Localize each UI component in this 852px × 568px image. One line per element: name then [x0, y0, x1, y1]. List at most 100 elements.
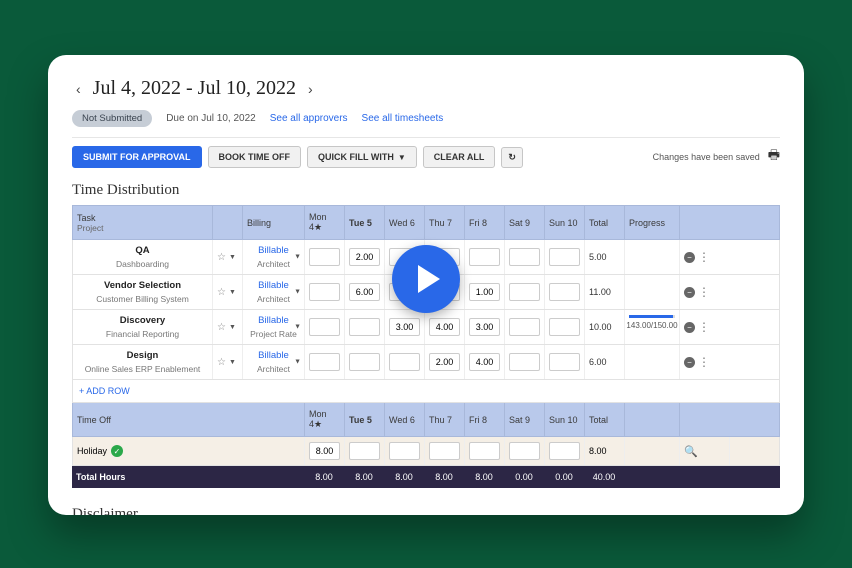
timeoff-input-sat[interactable] [509, 442, 540, 460]
play-icon [418, 265, 440, 293]
remove-row-icon[interactable]: − [684, 287, 695, 298]
col-progress: Progress [625, 206, 680, 239]
add-row-button[interactable]: + ADD ROW [72, 380, 780, 403]
billing-caret-icon[interactable]: ▼ [294, 254, 301, 261]
billing-type[interactable]: Billable [258, 280, 289, 291]
billing-type[interactable]: Billable [258, 315, 289, 326]
hours-input[interactable] [549, 353, 580, 371]
billing-caret-icon[interactable]: ▼ [294, 289, 301, 296]
hours-input[interactable] [509, 283, 540, 301]
favorite-star-icon[interactable]: ☆ [217, 287, 226, 298]
totals-row: Total Hours 8.00 8.00 8.00 8.00 8.00 0.0… [72, 466, 780, 488]
check-icon: ✓ [111, 445, 123, 457]
status-row: Not Submitted Due on Jul 10, 2022 See al… [72, 110, 780, 127]
task-menu-caret[interactable]: ▼ [229, 289, 236, 296]
hours-input[interactable] [469, 318, 500, 336]
task-menu-caret[interactable]: ▼ [229, 324, 236, 331]
prev-week-button[interactable]: ‹ [72, 79, 85, 99]
hours-input[interactable] [469, 248, 500, 266]
favorite-star-icon[interactable]: ☆ [217, 357, 226, 368]
col-total: Total [585, 206, 625, 239]
timeoff-input-tue[interactable] [349, 442, 380, 460]
hours-input[interactable] [349, 318, 380, 336]
hours-input[interactable] [389, 353, 420, 371]
see-approvers-link[interactable]: See all approvers [270, 113, 348, 124]
progress-cell: 143.00/150.00 [625, 310, 680, 344]
hours-input[interactable] [389, 318, 420, 336]
timeoff-input-wed[interactable] [389, 442, 420, 460]
hours-input[interactable] [549, 318, 580, 336]
see-timesheets-link[interactable]: See all timesheets [362, 113, 444, 124]
task-name: Vendor Selection [104, 280, 181, 291]
hours-input[interactable] [509, 353, 540, 371]
col-task: Task Project [73, 206, 213, 239]
hours-input[interactable] [549, 283, 580, 301]
task-menu-caret[interactable]: ▼ [229, 254, 236, 261]
timeoff-label: Time Off [73, 403, 305, 436]
hours-input[interactable] [309, 248, 340, 266]
play-button[interactable] [392, 245, 460, 313]
search-icon[interactable]: 🔍 [684, 445, 698, 458]
col-star-toggle [213, 206, 243, 239]
quick-fill-button[interactable]: QUICK FILL WITH ▼ [307, 146, 417, 168]
toolbar-right: Changes have been saved 🖶 [653, 146, 780, 168]
hours-input[interactable] [309, 283, 340, 301]
project-name: Dashboarding [116, 259, 169, 269]
submit-button[interactable]: SUBMIT FOR APPROVAL [72, 146, 202, 168]
row-menu-icon[interactable]: ⋮ [698, 253, 710, 261]
col-thu: Thu 7 [425, 206, 465, 239]
timeoff-input-mon[interactable] [309, 442, 340, 460]
row-total: 5.00 [585, 240, 625, 274]
favorite-star-icon[interactable]: ☆ [217, 322, 226, 333]
hours-input[interactable] [349, 353, 380, 371]
task-row: Design Online Sales ERP Enablement ☆ ▼ B… [72, 345, 780, 380]
row-menu-icon[interactable]: ⋮ [698, 358, 710, 366]
remove-row-icon[interactable]: − [684, 252, 695, 263]
refresh-button[interactable]: ↻ [501, 147, 523, 168]
favorite-star-icon[interactable]: ☆ [217, 252, 226, 263]
billing-type[interactable]: Billable [258, 245, 289, 256]
timeoff-input-sun[interactable] [549, 442, 580, 460]
billing-caret-icon[interactable]: ▼ [294, 359, 301, 366]
timeoff-row: Holiday ✓ 8.00 🔍 [72, 437, 780, 466]
timeoff-input-thu[interactable] [429, 442, 460, 460]
timeoff-total: 8.00 [585, 437, 625, 465]
billing-role: Project Rate [250, 329, 297, 339]
toolbar: SUBMIT FOR APPROVAL BOOK TIME OFF QUICK … [72, 137, 780, 178]
col-sat: Sat 9 [505, 206, 545, 239]
hours-input[interactable] [429, 353, 460, 371]
hours-input[interactable] [309, 318, 340, 336]
print-icon[interactable]: 🖶 [768, 146, 780, 168]
col-tue: Tue 5 [345, 206, 385, 239]
status-badge: Not Submitted [72, 110, 152, 127]
row-menu-icon[interactable]: ⋮ [698, 288, 710, 296]
book-time-off-button[interactable]: BOOK TIME OFF [208, 146, 302, 168]
project-name: Customer Billing System [96, 294, 189, 304]
hours-input[interactable] [549, 248, 580, 266]
hours-input[interactable] [469, 353, 500, 371]
timeoff-input-fri[interactable] [469, 442, 500, 460]
task-name: Design [127, 350, 159, 361]
progress-cell [625, 240, 680, 274]
next-week-button[interactable]: › [304, 79, 317, 99]
task-menu-caret[interactable]: ▼ [229, 359, 236, 366]
date-range: Jul 4, 2022 - Jul 10, 2022 [93, 77, 296, 100]
remove-row-icon[interactable]: − [684, 357, 695, 368]
row-total: 10.00 [585, 310, 625, 344]
clear-all-button[interactable]: CLEAR ALL [423, 146, 496, 168]
star-icon: ★ [314, 222, 322, 232]
hours-input[interactable] [429, 318, 460, 336]
billing-caret-icon[interactable]: ▼ [294, 324, 301, 331]
remove-row-icon[interactable]: − [684, 322, 695, 333]
hours-input[interactable] [469, 283, 500, 301]
hours-input[interactable] [309, 353, 340, 371]
billing-type[interactable]: Billable [258, 350, 289, 361]
hours-input[interactable] [509, 248, 540, 266]
col-actions [680, 206, 730, 239]
saved-message: Changes have been saved [653, 152, 760, 162]
row-menu-icon[interactable]: ⋮ [698, 323, 710, 331]
hours-input[interactable] [509, 318, 540, 336]
col-sun: Sun 10 [545, 206, 585, 239]
hours-input[interactable] [349, 283, 380, 301]
hours-input[interactable] [349, 248, 380, 266]
